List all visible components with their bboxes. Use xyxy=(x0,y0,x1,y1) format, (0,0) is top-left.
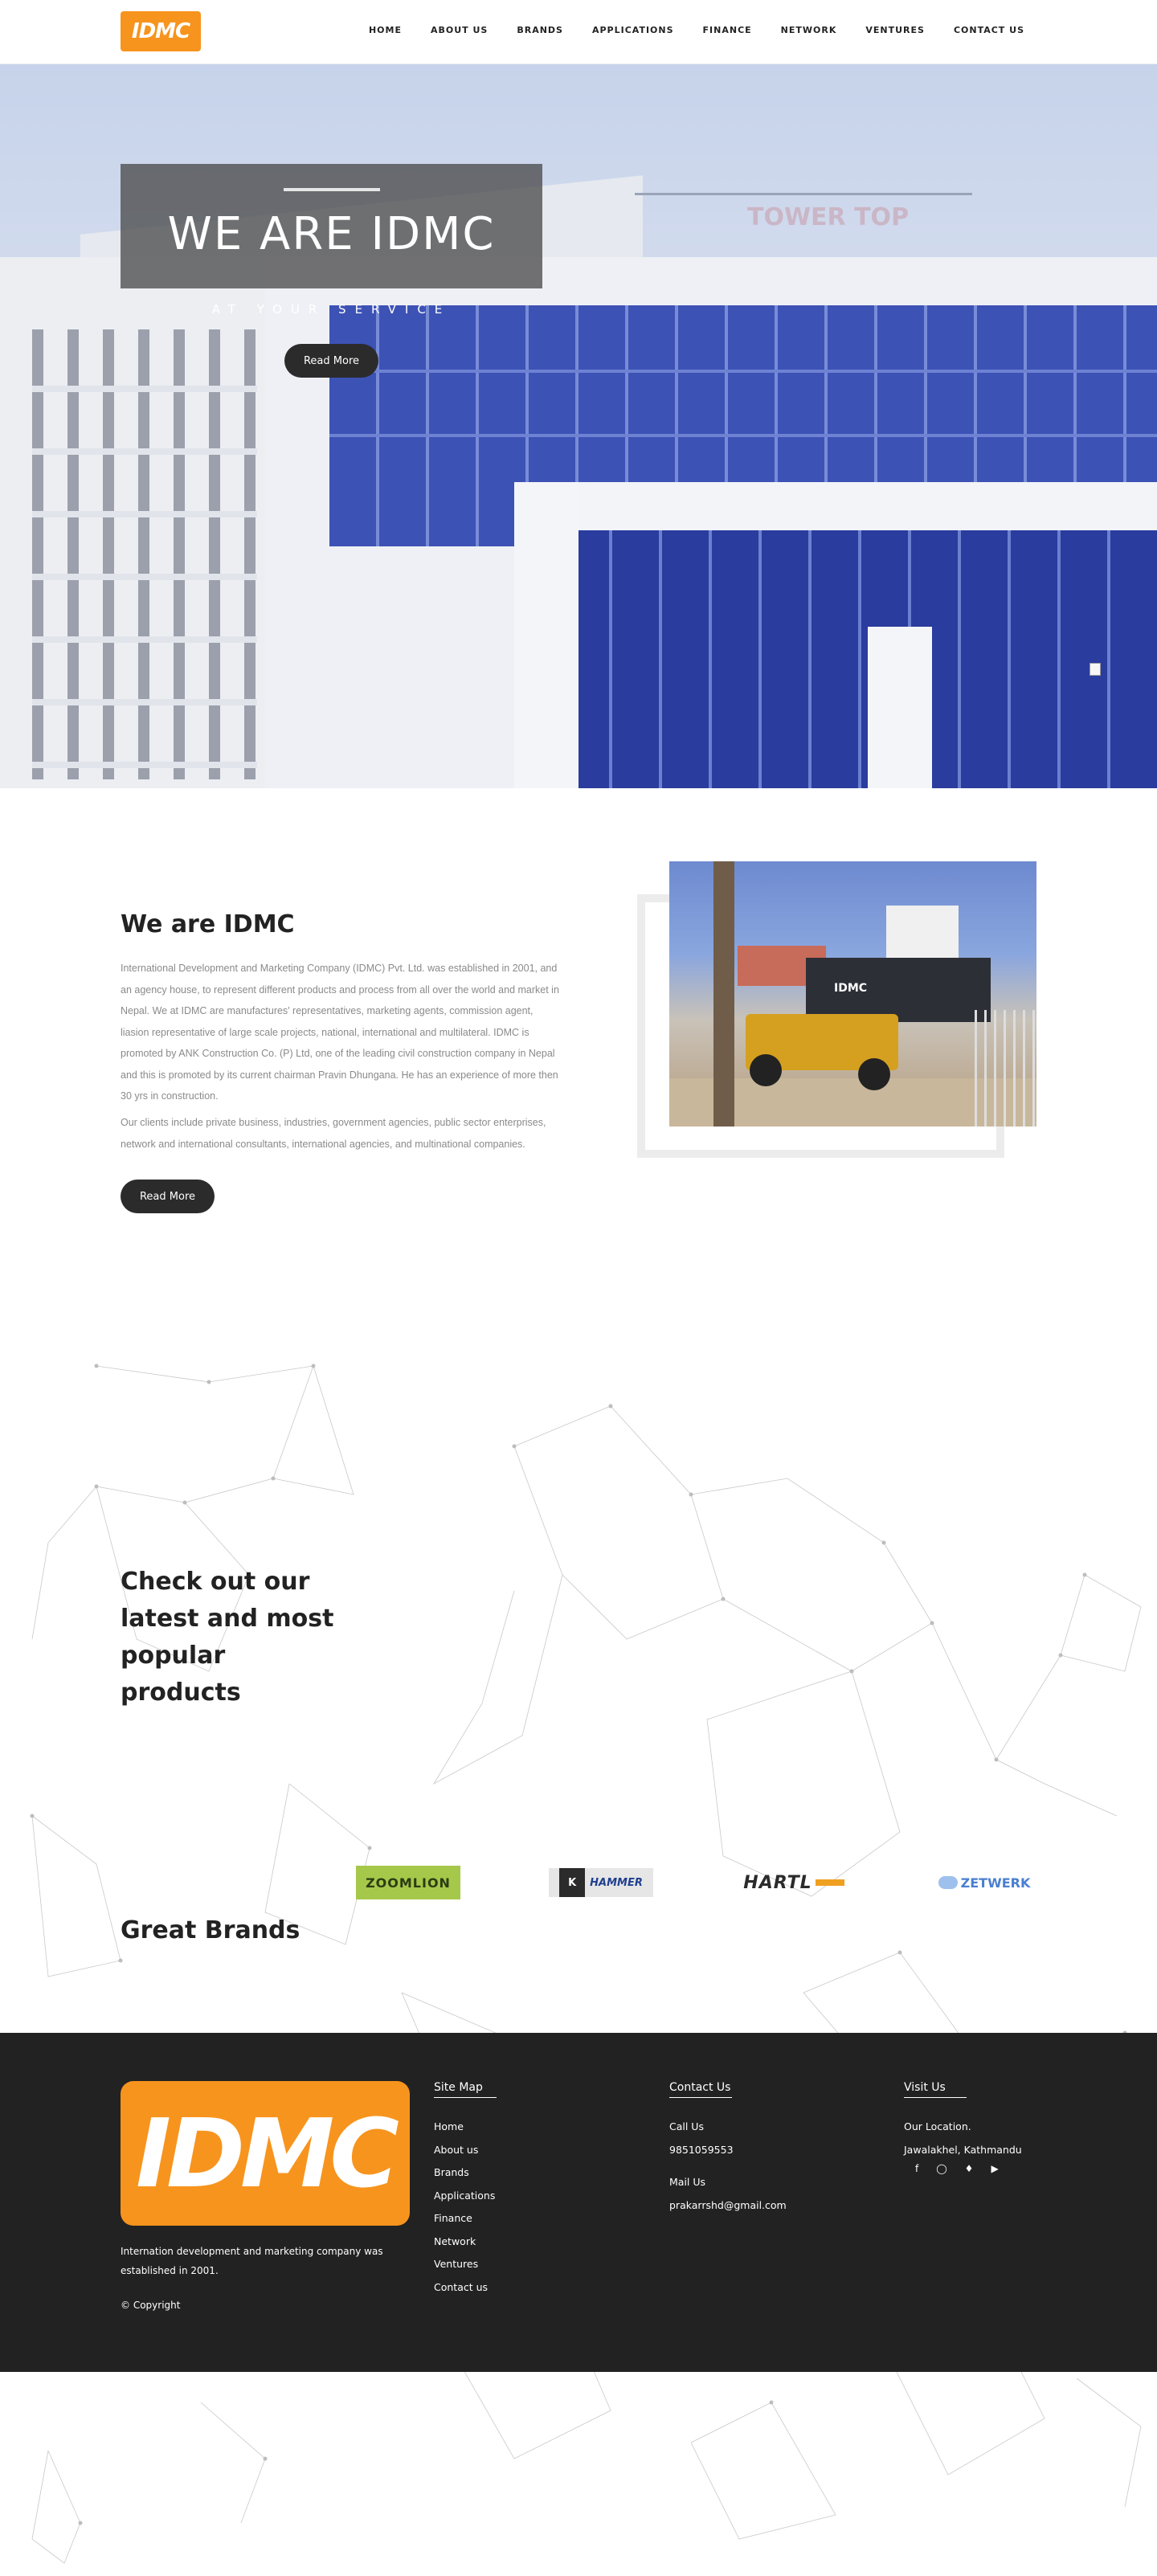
nav-contact-us[interactable]: CONTACT US xyxy=(954,25,1024,35)
rooftop-sign: TOWER TOP xyxy=(747,203,910,231)
about-read-more-button[interactable]: Read More xyxy=(121,1180,215,1213)
facade-line xyxy=(329,370,1157,373)
broken-image-icon xyxy=(1090,663,1101,676)
building-pillar xyxy=(514,482,578,788)
site-header: IDMC HOME ABOUT US BRANDS APPLICATIONS F… xyxy=(0,0,1157,64)
photo-wheel xyxy=(750,1054,782,1086)
photo-wheel xyxy=(858,1058,890,1090)
nav-applications[interactable]: APPLICATIONS xyxy=(592,25,674,35)
main-nav: HOME ABOUT US BRANDS APPLICATIONS FINANC… xyxy=(369,25,1024,35)
sitemap-link-contact[interactable]: Contact us xyxy=(434,2276,497,2300)
brand-logo-hammer[interactable]: K HAMMER xyxy=(549,1868,653,1897)
hammer-badge-icon: K xyxy=(559,1868,586,1897)
footer-visit: Visit Us Our Location. Jawalakhel, Kathm… xyxy=(904,2081,1022,2174)
call-label: Call Us xyxy=(669,2120,704,2132)
hero-subtitle: AT YOUR SERVICE xyxy=(211,302,452,317)
photo-building xyxy=(886,906,959,962)
sitemap-link-finance[interactable]: Finance xyxy=(434,2207,497,2230)
footer-copyright: © Copyright xyxy=(121,2300,181,2311)
about-paragraph: Our clients include private business, in… xyxy=(121,1117,546,1150)
sitemap-link-network[interactable]: Network xyxy=(434,2230,497,2254)
hero-banner: TOWER TOP WE ARE IDMC AT YOUR SERVICE Re… xyxy=(0,64,1157,788)
building-glass-lower xyxy=(562,530,1157,788)
hartl-stripe-icon xyxy=(815,1879,844,1886)
photo-sign: IDMC xyxy=(834,982,868,995)
nav-home[interactable]: HOME xyxy=(369,25,402,35)
building-pillar xyxy=(868,627,932,788)
brand-name: ZETWERK xyxy=(960,1875,1031,1891)
products-title: Check out our latest and most popular pr… xyxy=(121,1568,334,1707)
sitemap-link-ventures[interactable]: Ventures xyxy=(434,2253,497,2276)
hero-title-bar xyxy=(284,188,380,191)
contact-underline xyxy=(669,2097,732,2098)
rooftop-railing: TOWER TOP xyxy=(635,193,972,249)
brand-name: HARTL xyxy=(743,1872,812,1893)
hero-title: WE ARE IDMC xyxy=(167,208,496,260)
hero-read-more-button[interactable]: Read More xyxy=(284,344,378,378)
youtube-icon[interactable]: ▶ xyxy=(991,2163,998,2174)
social-links: f ◯ ♦ ▶ xyxy=(915,2163,1022,2174)
instagram-icon[interactable]: ◯ xyxy=(936,2163,946,2174)
brand-name: HAMMER xyxy=(590,1876,643,1889)
sitemap-link-home[interactable]: Home xyxy=(434,2116,497,2139)
facebook-icon[interactable]: f xyxy=(915,2163,918,2174)
header-logo-text: IDMC xyxy=(131,19,190,43)
location-label: Our Location. xyxy=(904,2120,971,2132)
footer-contact: Contact Us Call Us 9851059553 Mail Us pr… xyxy=(669,2081,787,2217)
nav-network[interactable]: NETWORK xyxy=(781,25,837,35)
header-logo[interactable]: IDMC xyxy=(121,11,201,51)
mail-label: Mail Us xyxy=(669,2176,706,2188)
sitemap-underline xyxy=(434,2097,497,2098)
nav-ventures[interactable]: VENTURES xyxy=(865,25,925,35)
nav-brands[interactable]: BRANDS xyxy=(517,25,563,35)
sitemap-title: Site Map xyxy=(434,2081,483,2094)
building-windows xyxy=(32,329,257,779)
about-photo: IDMC xyxy=(669,861,1036,1126)
site-footer: IDMC Internation development and marketi… xyxy=(0,2033,1157,2372)
brand-logo-hartl[interactable]: HARTL xyxy=(742,1866,846,1899)
twitter-icon[interactable]: ♦ xyxy=(965,2163,974,2174)
brand-logo-zetwerk[interactable]: ZETWERK xyxy=(932,1866,1036,1899)
brand-name: ZOOMLION xyxy=(366,1875,451,1891)
nav-finance[interactable]: FINANCE xyxy=(703,25,752,35)
network-background xyxy=(30,1364,1150,2564)
sitemap-link-applications[interactable]: Applications xyxy=(434,2185,497,2208)
contact-title: Contact Us xyxy=(669,2081,731,2094)
nav-about-us[interactable]: ABOUT US xyxy=(431,25,488,35)
sitemap-link-brands[interactable]: Brands xyxy=(434,2161,497,2185)
hero-title-box: WE ARE IDMC xyxy=(121,164,542,288)
phone-link[interactable]: 9851059553 xyxy=(669,2139,787,2162)
brand-logo-zoomlion[interactable]: ZOOMLION xyxy=(356,1866,460,1899)
photo-pole xyxy=(713,861,734,1126)
footer-sitemap: Site Map Home About us Brands Applicatio… xyxy=(434,2081,497,2299)
footer-logo[interactable]: IDMC xyxy=(121,2081,410,2226)
footer-logo-text: IDMC xyxy=(136,2098,399,2209)
facade-line xyxy=(329,434,1157,437)
visit-underline xyxy=(904,2097,967,2098)
about-title: We are IDMC xyxy=(121,910,295,938)
brands-title: Great Brands xyxy=(121,1916,300,1944)
footer-description: Internation development and marketing co… xyxy=(121,2246,383,2276)
building-frame xyxy=(514,482,1157,530)
sitemap-link-about[interactable]: About us xyxy=(434,2139,497,2162)
about-paragraph: International Development and Marketing … xyxy=(121,963,559,1102)
email-link[interactable]: prakarrshd@gmail.com xyxy=(669,2194,787,2218)
location-address: Jawalakhel, Kathmandu xyxy=(904,2143,1022,2156)
zetwerk-mark-icon xyxy=(938,1876,958,1889)
photo-fence xyxy=(975,1010,1036,1126)
visit-title: Visit Us xyxy=(904,2081,946,2094)
